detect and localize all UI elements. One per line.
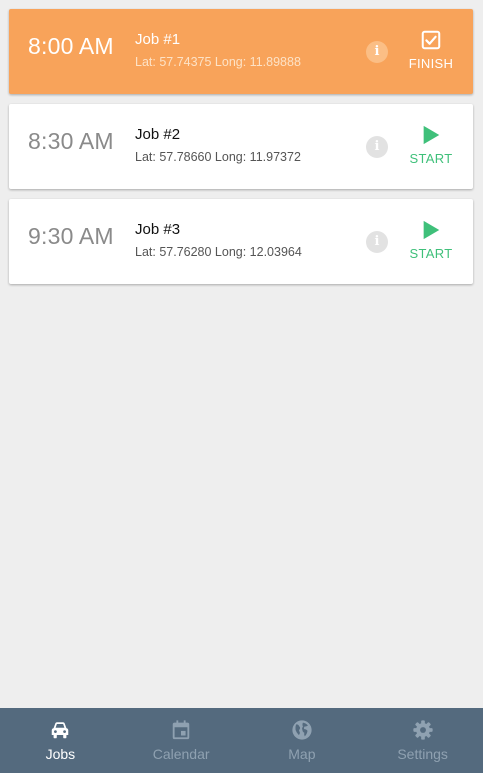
start-button[interactable]: START: [404, 219, 458, 269]
car-icon: [52, 722, 69, 739]
nav-item-map[interactable]: Map: [242, 708, 363, 773]
job-title: Job #1: [135, 31, 181, 48]
nav-item-calendar[interactable]: Calendar: [121, 708, 242, 773]
start-label: START: [409, 151, 453, 166]
play-icon: [423, 125, 440, 145]
job-card[interactable]: 8:30 AM Job #2 Lat: 57.78660 Long: 11.97…: [9, 104, 473, 189]
job-coordinates: Lat: 57.74375 Long: 11.89888: [135, 55, 301, 69]
job-card[interactable]: 8:00 AM Job #1 Lat: 57.74375 Long: 11.89…: [9, 9, 473, 94]
nav-label-jobs: Jobs: [45, 746, 76, 762]
jobs-screen: 8:00 AM Job #1 Lat: 57.74375 Long: 11.89…: [0, 0, 483, 773]
calendar-icon: [172, 720, 190, 740]
checkbox-checked-icon: [421, 30, 441, 50]
nav-label-map: Map: [288, 746, 316, 762]
job-time: 9:30 AM: [28, 223, 114, 249]
gear-icon: [413, 720, 433, 740]
nav-item-settings[interactable]: Settings: [362, 708, 483, 773]
job-card[interactable]: 9:30 AM Job #3 Lat: 57.76280 Long: 12.03…: [9, 199, 473, 284]
job-time: 8:30 AM: [28, 128, 114, 154]
job-coordinates: Lat: 57.78660 Long: 11.97372: [135, 150, 301, 164]
bottom-navigation: Jobs Calendar Map Settings: [0, 708, 483, 773]
finish-button[interactable]: FINISH: [404, 29, 458, 79]
play-icon: [423, 220, 440, 240]
start-label: START: [409, 246, 453, 261]
info-icon[interactable]: i: [366, 231, 388, 253]
info-icon[interactable]: i: [366, 41, 388, 63]
nav-item-jobs[interactable]: Jobs: [0, 708, 121, 773]
job-coordinates: Lat: 57.76280 Long: 12.03964: [135, 245, 302, 259]
globe-icon: [292, 720, 312, 740]
job-title: Job #3: [135, 221, 181, 238]
job-list: 8:00 AM Job #1 Lat: 57.74375 Long: 11.89…: [9, 9, 473, 294]
job-title: Job #2: [135, 126, 181, 143]
job-time: 8:00 AM: [28, 33, 114, 59]
nav-label-settings: Settings: [397, 746, 448, 762]
info-icon[interactable]: i: [366, 136, 388, 158]
start-button[interactable]: START: [404, 124, 458, 174]
nav-label-calendar: Calendar: [152, 746, 210, 762]
finish-label: FINISH: [408, 56, 454, 71]
